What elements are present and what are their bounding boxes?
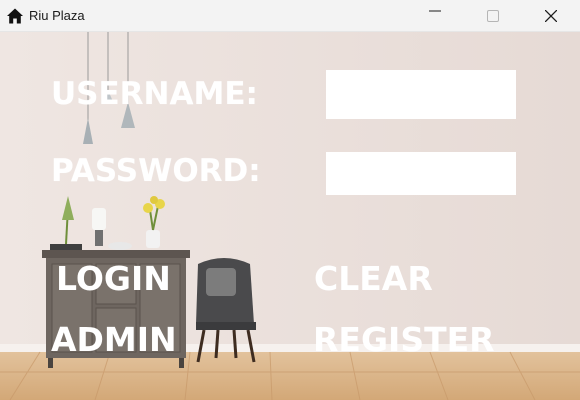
login-button[interactable]: LOGIN (56, 259, 171, 298)
close-icon (545, 10, 557, 22)
password-input[interactable] (326, 152, 516, 195)
admin-button[interactable]: ADMIN (51, 320, 177, 359)
title-bar: Riu Plaza (0, 0, 580, 32)
username-input[interactable] (326, 70, 516, 119)
minimize-button[interactable] (412, 0, 458, 32)
home-icon (6, 7, 24, 25)
clear-button[interactable]: CLEAR (314, 259, 433, 298)
maximize-button[interactable] (470, 0, 516, 32)
app-window: Riu Plaza USERNAME: PASSWORD: LOGIN CLEA… (0, 0, 580, 400)
window-title: Riu Plaza (29, 8, 85, 23)
minimize-icon (429, 10, 441, 12)
username-label: USERNAME: (51, 76, 258, 112)
register-button[interactable]: REGISTER (313, 320, 495, 359)
password-label: PASSWORD: (51, 153, 261, 189)
background-scene: USERNAME: PASSWORD: LOGIN CLEAR ADMIN RE… (0, 32, 580, 400)
close-button[interactable] (528, 0, 574, 32)
maximize-icon (487, 10, 499, 22)
